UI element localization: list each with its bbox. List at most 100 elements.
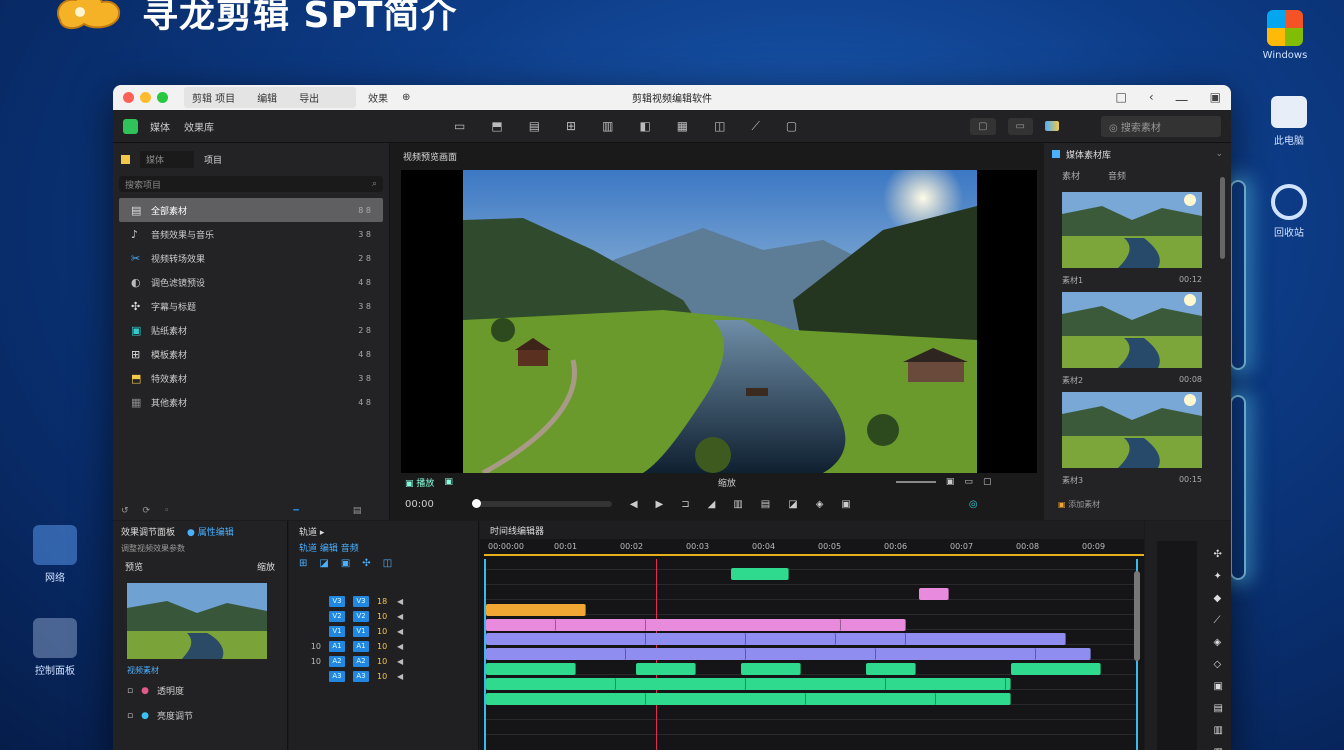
track-mute-icon[interactable]: ◀ xyxy=(397,612,403,621)
project-tab[interactable]: 项目 xyxy=(204,153,222,166)
track-tool-icon[interactable]: ▣ xyxy=(341,558,350,569)
monitor-icon[interactable]: ▭ xyxy=(454,119,465,134)
media-thumbnail[interactable] xyxy=(1062,392,1202,468)
panel-toggle-button[interactable]: ▭ xyxy=(1007,117,1033,135)
timeline-clip[interactable] xyxy=(756,633,836,645)
transport-icon[interactable]: ▶ xyxy=(656,499,664,510)
tab-audio[interactable]: 音频 xyxy=(1108,169,1126,182)
effects-tab[interactable]: 效果调节面板 xyxy=(121,525,175,538)
checkbox-icon[interactable]: ▫ xyxy=(127,686,133,696)
play-label[interactable]: ▣ 播放 xyxy=(405,476,434,489)
timeline-clip[interactable] xyxy=(731,568,789,580)
menu-effects[interactable]: 效果库 xyxy=(184,119,214,134)
tool-icon[interactable]: ⟋ xyxy=(1214,615,1223,626)
timeline-clip[interactable] xyxy=(846,633,906,645)
footer-icon[interactable]: ↺ xyxy=(121,506,129,516)
transport-icon[interactable]: ▤ xyxy=(761,499,770,510)
transport-icon[interactable]: ⊐ xyxy=(681,499,689,510)
loop-toggle[interactable]: ▣ xyxy=(444,477,453,487)
transport-icon[interactable]: ▥ xyxy=(733,499,742,510)
zoom-label[interactable]: 缩放 xyxy=(718,476,736,489)
tool-icon[interactable]: ◆ xyxy=(1214,593,1223,604)
properties-tab[interactable]: ● 属性编辑 xyxy=(187,525,234,538)
timeline-clip[interactable] xyxy=(586,633,646,645)
time-ruler[interactable]: 00:00:00 00:01 00:02 00:03 00:04 00:05 00:06 00… xyxy=(484,540,1144,556)
desktop-icon-windows[interactable]: Windows xyxy=(1240,10,1330,61)
timeline-clip[interactable] xyxy=(716,619,776,631)
track-mute-icon[interactable]: ◀ xyxy=(397,642,403,651)
layout-toggle[interactable]: ▭ xyxy=(964,477,973,487)
timeline-clip[interactable] xyxy=(741,663,801,675)
tab-project[interactable]: 剪辑 项目 xyxy=(192,90,235,105)
search-input[interactable]: ◎ 搜索素材 xyxy=(1101,115,1221,137)
track-tool-icon[interactable]: ⊞ xyxy=(299,558,307,569)
property-row[interactable]: ▫ ● 透明度 xyxy=(113,678,287,703)
desktop-icon-computer[interactable]: 此电脑 xyxy=(1244,96,1334,147)
crop-icon[interactable]: ▢ xyxy=(786,119,797,134)
footer-icon[interactable]: ▤ xyxy=(353,506,362,516)
scrub-bar[interactable] xyxy=(471,499,612,508)
timeline-clip[interactable] xyxy=(486,663,576,675)
fullscreen-icon[interactable]: ▣ xyxy=(1210,90,1221,105)
fullscreen-preview-icon[interactable]: ▢ xyxy=(983,477,992,487)
track-tool-icon[interactable]: ◪ xyxy=(319,558,328,569)
color-icon[interactable] xyxy=(1045,121,1059,131)
category-item[interactable]: ⊞ 模板素材 4 8 xyxy=(119,342,383,366)
menu-media[interactable]: 媒体 xyxy=(150,119,170,134)
track-tool-icon[interactable]: ◫ xyxy=(383,558,392,569)
timeline-clip[interactable] xyxy=(771,619,841,631)
track-lock-toggle[interactable]: V3 xyxy=(329,596,345,607)
timeline-clip[interactable] xyxy=(486,619,556,631)
transport-icon[interactable]: ▣ xyxy=(841,499,850,510)
tool-icon[interactable]: ▥ xyxy=(1214,725,1223,736)
property-row[interactable]: ▫ ● 亮度调节 xyxy=(113,703,287,728)
transport-icon[interactable]: ◀ xyxy=(630,499,638,510)
track-area[interactable] xyxy=(484,559,1138,750)
text-icon[interactable]: ▤ xyxy=(529,119,540,134)
track-visibility-toggle[interactable]: V2 xyxy=(353,611,369,622)
tool-icon[interactable]: ▣ xyxy=(1214,681,1223,692)
transport-icon[interactable]: ◈ xyxy=(816,499,824,510)
desktop-icon-network[interactable]: 网络 xyxy=(10,525,100,584)
tab-clips[interactable]: 素材 xyxy=(1062,169,1080,182)
timeline-clip[interactable] xyxy=(816,648,876,660)
settings-icon[interactable]: ▣ xyxy=(946,477,955,487)
track-lock-toggle[interactable]: V1 xyxy=(329,626,345,637)
category-item[interactable]: ♪ 音频效果与音乐 3 8 xyxy=(119,222,383,246)
pen-icon[interactable]: ⟋ xyxy=(751,119,759,134)
track-lock-toggle[interactable]: A3 xyxy=(329,671,345,682)
tool-icon[interactable]: ✣ xyxy=(1214,549,1223,560)
project-search-input[interactable]: 搜索项目 ⌕ xyxy=(119,176,383,192)
track-tool-icon[interactable]: ✣ xyxy=(362,558,370,569)
tool-icon[interactable]: ✦ xyxy=(1214,571,1223,582)
timeline-clip[interactable] xyxy=(486,604,586,616)
track-visibility-toggle[interactable]: A2 xyxy=(353,656,369,667)
layer-icon[interactable]: ◧ xyxy=(639,119,650,134)
track-visibility-toggle[interactable]: V1 xyxy=(353,626,369,637)
footer-icon[interactable]: ━ xyxy=(293,506,298,516)
footer-icon[interactable]: ⟳ xyxy=(143,506,151,516)
add-media-button[interactable]: ▣ 添加素材 xyxy=(1058,499,1100,510)
track-lock-toggle[interactable]: A1 xyxy=(329,641,345,652)
minimize-icon[interactable]: ⎼ xyxy=(1176,90,1188,105)
track-visibility-toggle[interactable]: A1 xyxy=(353,641,369,652)
track-lock-toggle[interactable]: V2 xyxy=(329,611,345,622)
tab-edit[interactable]: 编辑 xyxy=(257,90,277,105)
timeline-clip[interactable] xyxy=(866,663,916,675)
layout-icon[interactable]: ▥ xyxy=(602,119,613,134)
timeline-clip[interactable] xyxy=(906,633,1016,645)
timeline-clip[interactable] xyxy=(936,648,1036,660)
track-mute-icon[interactable]: ◀ xyxy=(397,597,403,606)
cut-icon[interactable]: ⬒ xyxy=(491,119,502,134)
media-thumbnail[interactable] xyxy=(1062,292,1202,368)
timeline-clip[interactable] xyxy=(919,588,949,600)
transport-icon[interactable]: ◪ xyxy=(788,499,797,510)
category-item[interactable]: ▣ 贴纸素材 2 8 xyxy=(119,318,383,342)
filter-icon[interactable]: ▦ xyxy=(677,119,688,134)
timeline-clip[interactable] xyxy=(1006,633,1066,645)
back-icon[interactable]: ‹ xyxy=(1149,90,1154,105)
add-tab-icon[interactable]: ⊕ xyxy=(402,92,410,103)
timeline-scrollbar[interactable] xyxy=(1134,571,1140,661)
category-item[interactable]: ▤ 全部素材 8 8 xyxy=(119,198,383,222)
track-lock-toggle[interactable]: A2 xyxy=(329,656,345,667)
